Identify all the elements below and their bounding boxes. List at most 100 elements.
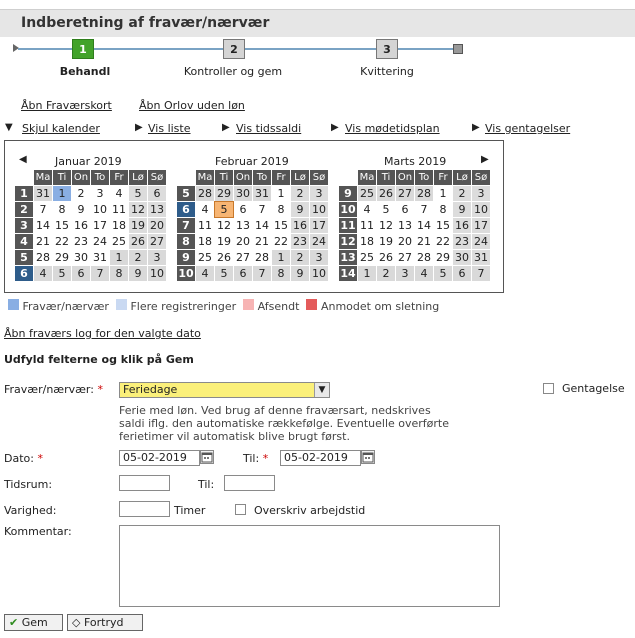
- calendar-day[interactable]: 4: [110, 186, 128, 201]
- week-number[interactable]: 8: [177, 234, 195, 249]
- calendar-day[interactable]: 30: [453, 250, 471, 265]
- calendar-day[interactable]: 18: [196, 234, 214, 249]
- cancel-button[interactable]: ◇ Fortryd: [67, 614, 143, 631]
- calendar-day[interactable]: 5: [129, 186, 147, 201]
- calendar-day[interactable]: 29: [53, 250, 71, 265]
- calendar-day[interactable]: 3: [148, 250, 166, 265]
- calendar-day[interactable]: 25: [358, 186, 376, 201]
- period-to-input[interactable]: [224, 475, 275, 491]
- calendar-day[interactable]: 7: [34, 202, 52, 217]
- calendar-icon[interactable]: [200, 450, 214, 464]
- week-number[interactable]: 1: [15, 186, 33, 201]
- calendar-day[interactable]: 28: [253, 250, 271, 265]
- calendar-day[interactable]: 17: [310, 218, 328, 233]
- calendar-day[interactable]: 9: [291, 202, 309, 217]
- calendar-day[interactable]: 25: [196, 250, 214, 265]
- calendar-day[interactable]: 23: [72, 234, 90, 249]
- calendar-day[interactable]: 15: [434, 218, 452, 233]
- save-button[interactable]: ✔ Gem: [4, 614, 63, 631]
- calendar-day[interactable]: 8: [434, 202, 452, 217]
- calendar-day[interactable]: 1: [110, 250, 128, 265]
- calendar-day[interactable]: 7: [415, 202, 433, 217]
- calendar-day[interactable]: 12: [377, 218, 395, 233]
- calendar-day[interactable]: 23: [291, 234, 309, 249]
- week-number[interactable]: 7: [177, 218, 195, 233]
- repeat-checkbox[interactable]: [543, 383, 554, 394]
- week-number[interactable]: 9: [177, 250, 195, 265]
- calendar-day[interactable]: 6: [453, 266, 471, 281]
- calendar-day[interactable]: 10: [472, 202, 490, 217]
- calendar-day[interactable]: 9: [291, 266, 309, 281]
- calendar-day[interactable]: 31: [91, 250, 109, 265]
- calendar-day[interactable]: 6: [396, 202, 414, 217]
- calendar-day[interactable]: 20: [396, 234, 414, 249]
- calendar-day[interactable]: 5: [53, 266, 71, 281]
- calendar-day[interactable]: 2: [377, 266, 395, 281]
- calendar-day[interactable]: 22: [53, 234, 71, 249]
- calendar-day[interactable]: 24: [310, 234, 328, 249]
- calendar-day[interactable]: 3: [472, 186, 490, 201]
- calendar-day[interactable]: 14: [253, 218, 271, 233]
- open-log-link[interactable]: Åbn fraværs log for den valgte dato: [4, 327, 201, 340]
- calendar-day[interactable]: 12: [215, 218, 233, 233]
- calendar-day[interactable]: 15: [272, 218, 290, 233]
- calendar-day[interactable]: 8: [272, 202, 290, 217]
- calendar-day[interactable]: 30: [72, 250, 90, 265]
- calendar-day[interactable]: 1: [358, 266, 376, 281]
- comment-textarea[interactable]: [119, 525, 500, 607]
- show-repeats-link[interactable]: Vis gentagelser: [485, 122, 570, 135]
- calendar-day[interactable]: 28: [415, 250, 433, 265]
- calendar-day[interactable]: 14: [415, 218, 433, 233]
- calendar-day[interactable]: 11: [110, 202, 128, 217]
- calendar-icon[interactable]: [361, 450, 375, 464]
- calendar-day[interactable]: 3: [310, 186, 328, 201]
- week-number[interactable]: 11: [339, 218, 357, 233]
- duration-input[interactable]: [119, 501, 170, 517]
- calendar-day[interactable]: 20: [148, 218, 166, 233]
- calendar-day[interactable]: 8: [53, 202, 71, 217]
- calendar-day[interactable]: 10: [148, 266, 166, 281]
- calendar-day[interactable]: 27: [148, 234, 166, 249]
- calendar-day[interactable]: 5: [434, 266, 452, 281]
- calendar-day[interactable]: 22: [434, 234, 452, 249]
- calendar-day[interactable]: 13: [396, 218, 414, 233]
- calendar-day[interactable]: 20: [234, 234, 252, 249]
- calendar-day[interactable]: 19: [129, 218, 147, 233]
- calendar-day[interactable]: 30: [234, 186, 252, 201]
- calendar-day[interactable]: 9: [72, 202, 90, 217]
- week-number[interactable]: 2: [15, 202, 33, 217]
- calendar-day[interactable]: 25: [358, 250, 376, 265]
- hide-calendar-link[interactable]: Skjul kalender: [22, 122, 100, 135]
- week-number[interactable]: 5: [177, 186, 195, 201]
- calendar-day[interactable]: 25: [110, 234, 128, 249]
- calendar-day[interactable]: 9: [129, 266, 147, 281]
- calendar-day[interactable]: 4: [196, 266, 214, 281]
- calendar-day[interactable]: 4: [415, 266, 433, 281]
- overwrite-checkbox[interactable]: [235, 504, 246, 515]
- calendar-day[interactable]: 26: [215, 250, 233, 265]
- calendar-day[interactable]: 9: [453, 202, 471, 217]
- calendar-day[interactable]: 24: [91, 234, 109, 249]
- calendar-day[interactable]: 6: [72, 266, 90, 281]
- calendar-day[interactable]: 1: [434, 186, 452, 201]
- calendar-day[interactable]: 1: [53, 186, 71, 201]
- calendar-day[interactable]: 10: [310, 202, 328, 217]
- week-number[interactable]: 10: [177, 266, 195, 281]
- calendar-day[interactable]: 5: [215, 266, 233, 281]
- calendar-day[interactable]: 26: [129, 234, 147, 249]
- show-balance-link[interactable]: Vis tidssaldi: [236, 122, 301, 135]
- calendar-day[interactable]: 26: [377, 250, 395, 265]
- to-date-input[interactable]: 05-02-2019: [280, 450, 361, 466]
- week-number[interactable]: 14: [339, 266, 357, 281]
- chevron-down-icon[interactable]: ▼: [314, 383, 329, 397]
- calendar-day[interactable]: 1: [272, 186, 290, 201]
- calendar-day[interactable]: 2: [291, 250, 309, 265]
- calendar-day[interactable]: 22: [272, 234, 290, 249]
- calendar-day[interactable]: 27: [396, 250, 414, 265]
- calendar-day[interactable]: 28: [196, 186, 214, 201]
- calendar-day[interactable]: 21: [253, 234, 271, 249]
- calendar-day[interactable]: 31: [472, 250, 490, 265]
- calendar-day[interactable]: 7: [253, 266, 271, 281]
- calendar-day[interactable]: 27: [234, 250, 252, 265]
- calendar-day[interactable]: 18: [110, 218, 128, 233]
